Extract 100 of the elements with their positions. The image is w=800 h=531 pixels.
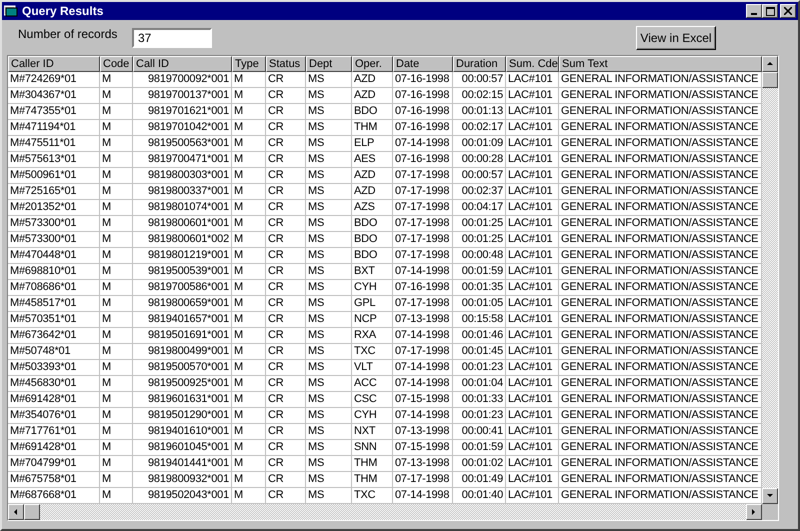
table-cell: 9819401657*001 [133,312,232,328]
table-cell: 07-13-1998 [393,312,453,328]
scroll-right-button[interactable] [746,504,762,520]
table-cell: M#575613*01 [8,152,100,168]
table-cell: M#691428*01 [8,440,100,456]
table-cell: CR [266,184,306,200]
table-cell: M [100,392,133,408]
table-cell: 07-14-1998 [393,136,453,152]
table-cell: THM [352,456,393,472]
table-cell: GENERAL INFORMATION/ASSISTANCE [559,440,762,456]
table-cell: 9819500925*001 [133,376,232,392]
table-cell: 9819401610*001 [133,424,232,440]
column-header[interactable]: Status [266,56,306,72]
table-cell: M#304367*01 [8,88,100,104]
table-cell: GPL [352,296,393,312]
scroll-thumb[interactable] [762,72,778,88]
column-header[interactable]: Code [100,56,133,72]
table-cell: M [100,344,133,360]
table-cell: 9819700586*001 [133,280,232,296]
table-cell: LAC#101 [506,440,559,456]
table-cell: 07-17-1998 [393,472,453,488]
table-cell: CR [266,296,306,312]
table-cell: 07-17-1998 [393,168,453,184]
scroll-down-button[interactable] [762,488,778,504]
table-cell: CYH [352,280,393,296]
table-cell: GENERAL INFORMATION/ASSISTANCE [559,168,762,184]
table-cell: CR [266,248,306,264]
table-cell: MS [306,440,352,456]
column-header[interactable]: Dept [306,56,352,72]
table-cell: M [232,264,266,280]
maximize-button[interactable] [762,4,778,18]
table-cell: MS [306,344,352,360]
column-header[interactable]: Call ID [133,56,232,72]
table-cell: GENERAL INFORMATION/ASSISTANCE [559,312,762,328]
scroll-thumb[interactable] [24,504,40,520]
close-button[interactable] [780,4,796,18]
table-cell: M [100,184,133,200]
scroll-up-button[interactable] [762,56,778,72]
column-header[interactable]: Caller ID [8,56,100,72]
table-cell: MS [306,120,352,136]
table-cell: M#500961*01 [8,168,100,184]
table-cell: MS [306,200,352,216]
record-count-field[interactable]: 37 [132,28,212,48]
table-cell: CR [266,376,306,392]
table-cell: M#354076*01 [8,408,100,424]
table-cell: THM [352,472,393,488]
table-cell: GENERAL INFORMATION/ASSISTANCE [559,456,762,472]
table-cell: 07-17-1998 [393,232,453,248]
table-cell: M [232,296,266,312]
column-header[interactable]: Type [232,56,266,72]
table-cell: MS [306,168,352,184]
table-cell: MS [306,136,352,152]
table-cell: M#698810*01 [8,264,100,280]
table-cell: M [100,328,133,344]
table-cell: 9819601045*001 [133,440,232,456]
table-cell: MS [306,360,352,376]
table-cell: CR [266,120,306,136]
table-cell: GENERAL INFORMATION/ASSISTANCE [559,232,762,248]
table-cell: 9819800499*001 [133,344,232,360]
scroll-left-button[interactable] [8,504,24,520]
table-cell: 07-16-1998 [393,104,453,120]
table-cell: M [232,312,266,328]
table-cell: M [100,120,133,136]
table-cell: VLT [352,360,393,376]
table-cell: 9819500563*001 [133,136,232,152]
table-cell: M [232,456,266,472]
table-cell: MS [306,88,352,104]
table-cell: M#724269*01 [8,72,100,88]
table-cell: GENERAL INFORMATION/ASSISTANCE [559,72,762,88]
table-cell: MS [306,248,352,264]
maximize-icon [766,6,774,16]
table-cell: AZD [352,168,393,184]
column-header[interactable]: Oper. [352,56,393,72]
table-cell: 00:01:02 [453,456,506,472]
table-cell: GENERAL INFORMATION/ASSISTANCE [559,264,762,280]
table-cell: BXT [352,264,393,280]
table-cell: M [100,216,133,232]
table-cell: GENERAL INFORMATION/ASSISTANCE [559,88,762,104]
column-header[interactable]: Sum. Cde [506,56,559,72]
vertical-scrollbar[interactable] [762,56,778,504]
table-cell: LAC#101 [506,152,559,168]
view-in-excel-button[interactable]: View in Excel [636,26,716,50]
table-cell: LAC#101 [506,360,559,376]
table-cell: 9819800601*002 [133,232,232,248]
table-cell: GENERAL INFORMATION/ASSISTANCE [559,392,762,408]
column-header[interactable]: Sum Text [559,56,762,72]
horizontal-scrollbar[interactable] [8,504,762,520]
table-cell: MS [306,232,352,248]
table-cell: 07-17-1998 [393,344,453,360]
table-cell: M [100,72,133,88]
table-cell: 9819800932*001 [133,472,232,488]
table-cell: M [232,136,266,152]
arrow-down-icon [766,492,774,500]
column-header[interactable]: Date [393,56,453,72]
column-header[interactable]: Duration [453,56,506,72]
table-cell: 9819401441*001 [133,456,232,472]
minimize-button[interactable] [746,4,762,18]
table-cell: LAC#101 [506,264,559,280]
table-cell: 00:00:41 [453,424,506,440]
table-cell: 00:01:49 [453,472,506,488]
